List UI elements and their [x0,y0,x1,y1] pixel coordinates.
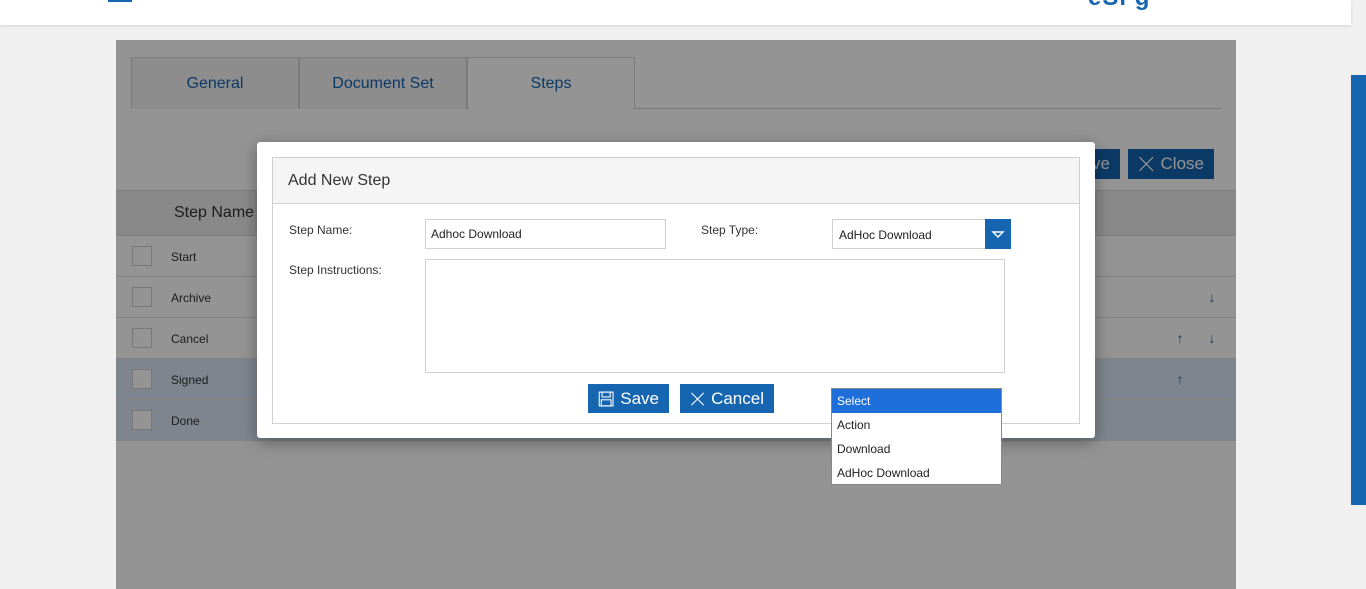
dropdown-toggle-button[interactable] [985,219,1011,249]
brand-fragment: eSi g [1088,0,1150,12]
cancel-label: Cancel [711,388,764,408]
dialog-body: Add New Step Step Name: Step Type: AdHoc… [272,157,1080,424]
step-type-dropdown-list: Select Action Download AdHoc Download [831,388,1002,485]
dialog-header: Add New Step [273,158,1079,204]
step-type-label: Step Type: [701,223,759,237]
dialog-title: Add New Step [288,172,391,189]
dropdown-option-action[interactable]: Action [832,413,1001,437]
dropdown-option-adhoc-download[interactable]: AdHoc Download [832,461,1001,485]
step-instructions-textarea[interactable] [425,259,1005,373]
step-type-select[interactable]: AdHoc Download [832,219,1011,249]
cancel-button[interactable]: Cancel [680,384,774,413]
step-name-label: Step Name: [289,223,353,237]
top-header: eSi g [0,0,1351,25]
close-icon [690,391,705,406]
step-instructions-label: Step Instructions: [289,263,382,277]
side-panel-strip[interactable] [1351,75,1366,505]
step-type-value: AdHoc Download [839,228,932,242]
chevron-down-icon [991,231,1005,238]
app-logo-icon [108,0,132,2]
step-name-input[interactable] [425,219,666,249]
save-label: Save [620,388,659,408]
dropdown-option-select[interactable]: Select [832,389,1001,413]
dropdown-option-download[interactable]: Download [832,437,1001,461]
save-button[interactable]: Save [588,384,669,413]
floppy-disk-icon [598,391,614,406]
